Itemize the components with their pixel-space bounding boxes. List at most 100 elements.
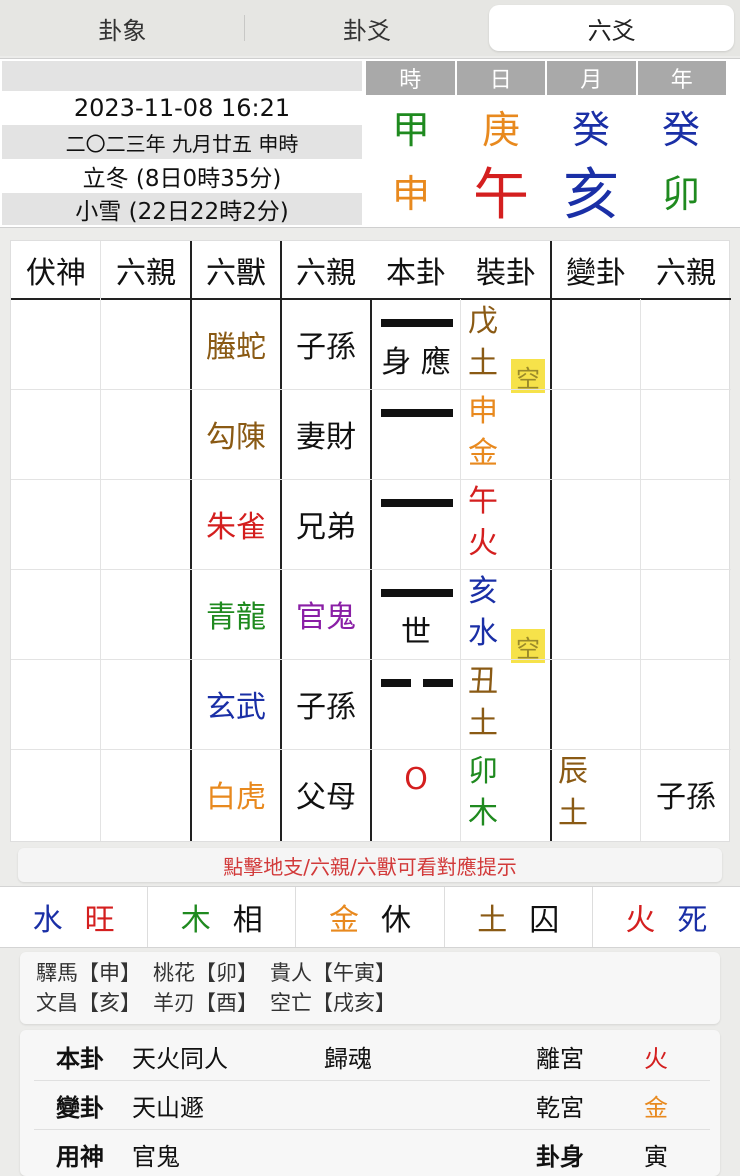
wuxing-metal[interactable]: 金休 — [296, 887, 445, 947]
tab-guayao[interactable]: 卦爻 — [245, 5, 490, 51]
date-header: 2023-11-08 16:21 二〇二三年 九月廿五 申時 立冬 (8日0時3… — [0, 58, 740, 228]
col-header-bengua: 本卦 — [386, 256, 446, 291]
zhuanggua-element: 土 — [468, 346, 498, 381]
guashen-label: 卦身 — [536, 1142, 584, 1171]
liushou-cell[interactable]: 螣蛇 — [191, 299, 281, 389]
stem-year[interactable]: 癸 — [636, 95, 726, 157]
shensha-line-1: 驛馬【申】 桃花【卯】 貴人【午寅】 — [36, 958, 704, 988]
kongwang-badge: 空 — [511, 629, 545, 663]
liushou-cell[interactable]: 朱雀 — [191, 479, 281, 569]
biangua-palace: 乾宮 — [536, 1093, 584, 1122]
wuxing-earth[interactable]: 土囚 — [445, 887, 593, 947]
col-header-liuqin: 六親 — [296, 256, 356, 291]
stem-month[interactable]: 癸 — [546, 95, 636, 157]
shensha-guiren[interactable]: 貴人【午寅】 — [270, 958, 396, 988]
yang-line — [381, 499, 453, 507]
pillar-stems: 甲 庚 癸 癸 — [366, 95, 726, 157]
liushou-cell[interactable]: 白虎 — [191, 749, 281, 839]
wuxing-wood[interactable]: 木相 — [148, 887, 297, 947]
tab-guaxiang[interactable]: 卦象 — [0, 5, 245, 51]
zhuanggua-element: 木 — [468, 796, 498, 831]
date-spacer — [2, 61, 362, 91]
zhuanggua-element: 火 — [468, 526, 498, 561]
biangua-branch[interactable]: 辰 — [553, 751, 593, 793]
shensha-yima[interactable]: 驛馬【申】 — [36, 958, 141, 988]
pillar-label-hour: 時 — [366, 61, 455, 95]
liushou-cell[interactable]: 青龍 — [191, 569, 281, 659]
yongshen-label: 用神 — [56, 1142, 104, 1171]
liuyao-table: 伏神 六親 六獸 六親 本卦 裝卦 變卦 六親 螣蛇 子孫身 應戊土空勾陳 妻財申金… — [10, 240, 731, 842]
col-header-biangua: 變卦 — [566, 256, 626, 291]
lunar-date: 二〇二三年 九月廿五 申時 — [2, 125, 362, 159]
zhuanggua-branch[interactable]: 卯 — [463, 751, 503, 793]
pillar-header: 時 日 月 年 — [366, 61, 726, 95]
element-label: 土 — [477, 903, 508, 938]
liuqin-cell[interactable]: 子孫 — [281, 299, 371, 389]
liuqin-cell[interactable]: 兄弟 — [281, 479, 371, 569]
element-state: 休 — [381, 903, 411, 938]
biangua-element: 土 — [558, 796, 588, 831]
row-divider — [11, 389, 731, 390]
pillar-branches: 申 午 亥 卯 — [366, 157, 726, 228]
stem-day[interactable]: 庚 — [456, 95, 546, 157]
biangua-liuqin[interactable]: 子孫 — [641, 749, 731, 839]
shi-ying-mark: 世 — [401, 615, 431, 650]
zhuanggua-element: 水 — [468, 616, 498, 651]
date-info: 2023-11-08 16:21 二〇二三年 九月廿五 申時 立冬 (8日0時3… — [2, 61, 362, 225]
col-header-liuqin-left: 六親 — [116, 256, 176, 291]
branch-year[interactable]: 卯 — [636, 157, 726, 223]
four-pillars: 時 日 月 年 甲 庚 癸 癸 申 午 亥 卯 — [366, 61, 726, 228]
biangua-element: 金 — [644, 1093, 668, 1122]
zhuanggua-element: 土 — [468, 706, 498, 741]
element-state: 死 — [677, 903, 708, 938]
zhuanggua-branch[interactable]: 午 — [463, 481, 503, 523]
shensha-kongwang[interactable]: 空亡【戌亥】 — [270, 988, 396, 1018]
shensha-taohua[interactable]: 桃花【卯】 — [153, 958, 258, 988]
row-divider — [11, 569, 731, 570]
liuqin-cell[interactable]: 子孫 — [281, 659, 371, 749]
tab-liuyao[interactable]: 六爻 — [489, 5, 735, 51]
liushou-cell[interactable]: 勾陳 — [191, 389, 281, 479]
zhuanggua-branch[interactable]: 亥 — [463, 571, 503, 613]
zhuanggua-branch[interactable]: 戊 — [463, 301, 503, 343]
liuqin-cell[interactable]: 官鬼 — [281, 569, 371, 659]
zhuanggua-branch[interactable]: 丑 — [463, 661, 503, 703]
zhuanggua-element: 金 — [468, 436, 498, 471]
shensha-line-2: 文昌【亥】 羊刃【酉】 空亡【戌亥】 — [36, 988, 704, 1018]
row-divider — [11, 659, 731, 660]
liuqin-cell[interactable]: 父母 — [281, 749, 371, 839]
solar-term-current: 立冬 (8日0時35分) — [82, 166, 282, 192]
shensha-panel: 驛馬【申】 桃花【卯】 貴人【午寅】 文昌【亥】 羊刃【酉】 空亡【戌亥】 — [20, 952, 720, 1024]
element-label: 金 — [329, 903, 359, 938]
shensha-wenchang[interactable]: 文昌【亥】 — [36, 988, 141, 1018]
yongshen-value: 官鬼 — [132, 1142, 180, 1171]
wuxing-fire[interactable]: 火死 — [593, 887, 740, 947]
stem-hour[interactable]: 甲 — [366, 95, 456, 157]
branch-month[interactable]: 亥 — [546, 157, 636, 228]
col-divider — [550, 241, 552, 841]
col-header-liuqin-right: 六親 — [656, 256, 716, 291]
shensha-yangren[interactable]: 羊刃【酉】 — [153, 988, 258, 1018]
zhuanggua-branch[interactable]: 申 — [463, 391, 503, 433]
row-divider — [11, 479, 731, 480]
col-header-fushen: 伏神 — [26, 256, 86, 291]
yang-line — [381, 589, 453, 597]
hint-banner: 點擊地支/六親/六獸可看對應提示 — [18, 848, 722, 882]
yin-line-left — [381, 679, 411, 687]
yang-line — [381, 319, 453, 327]
liushou-cell[interactable]: 玄武 — [191, 659, 281, 749]
bengua-type: 歸魂 — [324, 1044, 372, 1073]
row-divider — [11, 749, 731, 750]
biangua-label: 變卦 — [56, 1093, 104, 1122]
liuqin-cell[interactable]: 妻財 — [281, 389, 371, 479]
yin-line-right — [423, 679, 453, 687]
bengua-name: 天火同人 — [132, 1044, 228, 1073]
branch-day[interactable]: 午 — [456, 157, 546, 228]
element-state: 相 — [232, 903, 263, 938]
bengua-label: 本卦 — [56, 1044, 104, 1073]
info-row-biangua: 變卦 天山遯 乾宮 金 — [20, 1081, 720, 1129]
gregorian-date: 2023-11-08 16:21 — [73, 94, 291, 122]
wuxing-water[interactable]: 水旺 — [0, 887, 149, 947]
branch-hour[interactable]: 申 — [366, 157, 456, 223]
col-header-liushou: 六獸 — [206, 256, 266, 291]
